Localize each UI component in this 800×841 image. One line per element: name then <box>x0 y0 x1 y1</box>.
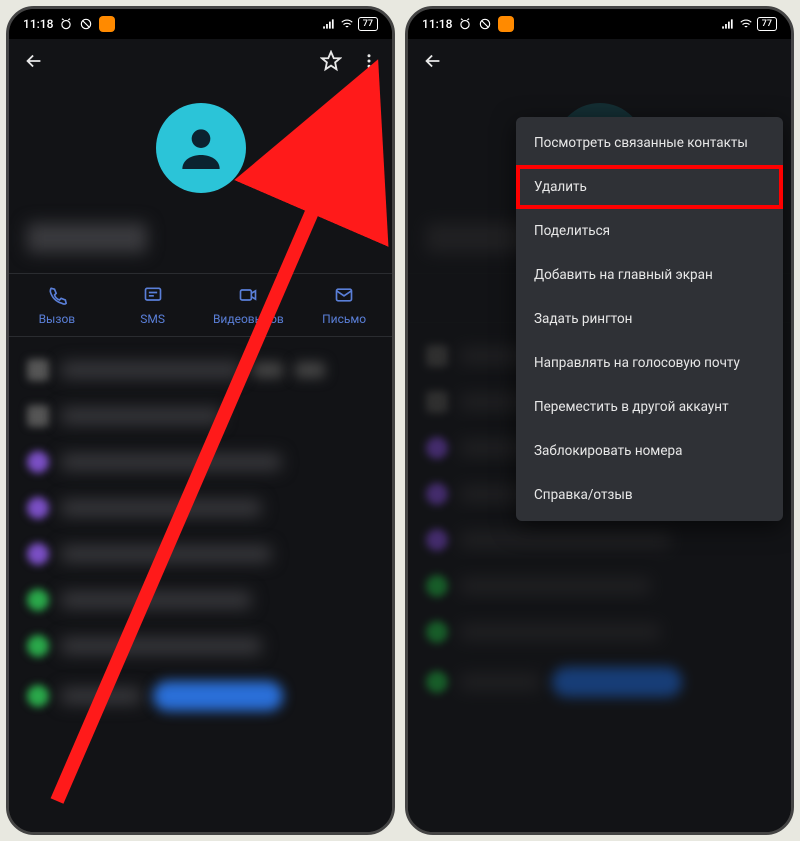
phone-left: 11:18 77 <box>6 6 395 835</box>
menu-item-share[interactable]: Поделиться <box>516 209 783 253</box>
battery-indicator: 77 <box>358 17 378 31</box>
menu-item-linked-contacts[interactable]: Посмотреть связанные контакты <box>516 121 783 165</box>
menu-item-delete[interactable]: Удалить <box>516 165 783 209</box>
list-item[interactable] <box>23 623 378 669</box>
alarm-icon <box>59 17 73 31</box>
avatar-icon <box>156 103 246 193</box>
email-label: Письмо <box>322 312 366 326</box>
list-item[interactable] <box>23 485 378 531</box>
back-button[interactable] <box>23 50 45 72</box>
status-time: 11:18 <box>23 17 53 31</box>
action-row: Вызов SMS Видеовызов Письмо <box>9 273 392 337</box>
app-bar <box>9 39 392 83</box>
menu-item-block[interactable]: Заблокировать номера <box>516 429 783 473</box>
wifi-icon <box>739 17 753 31</box>
list-item[interactable] <box>23 347 378 393</box>
contact-name <box>9 223 392 263</box>
email-icon <box>333 284 355 306</box>
contact-detail: Посмотреть связанные контакты Удалить По… <box>408 83 791 832</box>
menu-item-add-home[interactable]: Добавить на главный экран <box>516 253 783 297</box>
list-item[interactable] <box>23 531 378 577</box>
star-button[interactable] <box>320 50 342 72</box>
phone-right: 11:18 77 <box>405 6 794 835</box>
call-icon <box>46 284 68 306</box>
sms-label: SMS <box>140 312 165 326</box>
menu-item-voicemail[interactable]: Направлять на голосовую почту <box>516 341 783 385</box>
contact-info-list <box>9 337 392 733</box>
call-action[interactable]: Вызов <box>9 284 105 326</box>
sms-action[interactable]: SMS <box>105 284 201 326</box>
menu-item-ringtone[interactable]: Задать рингтон <box>516 297 783 341</box>
status-bar: 11:18 77 <box>9 9 392 39</box>
status-bar: 11:18 77 <box>408 9 791 39</box>
overflow-menu: Посмотреть связанные контакты Удалить По… <box>516 117 783 521</box>
alarm-icon <box>458 17 472 31</box>
app-badge-icon <box>498 16 514 32</box>
app-bar <box>408 39 791 83</box>
status-time: 11:18 <box>422 17 452 31</box>
menu-item-move-account[interactable]: Переместить в другой аккаунт <box>516 385 783 429</box>
call-label: Вызов <box>39 312 76 326</box>
list-item[interactable] <box>23 577 378 623</box>
dnd-icon <box>478 17 492 31</box>
video-label: Видеовызов <box>213 312 284 326</box>
video-icon <box>237 284 259 306</box>
avatar-area <box>9 83 392 223</box>
more-button[interactable] <box>360 50 378 72</box>
back-button[interactable] <box>422 50 444 72</box>
video-action[interactable]: Видеовызов <box>201 284 297 326</box>
email-action[interactable]: Письмо <box>296 284 392 326</box>
wifi-icon <box>340 17 354 31</box>
menu-item-help[interactable]: Справка/отзыв <box>516 473 783 517</box>
list-item[interactable] <box>23 393 378 439</box>
list-item[interactable] <box>23 669 378 723</box>
sms-icon <box>142 284 164 306</box>
signal-icon <box>322 17 336 31</box>
battery-indicator: 77 <box>757 17 777 31</box>
list-item[interactable] <box>23 439 378 485</box>
app-badge-icon <box>99 16 115 32</box>
contact-detail: Вызов SMS Видеовызов Письмо <box>9 83 392 832</box>
signal-icon <box>721 17 735 31</box>
dnd-icon <box>79 17 93 31</box>
